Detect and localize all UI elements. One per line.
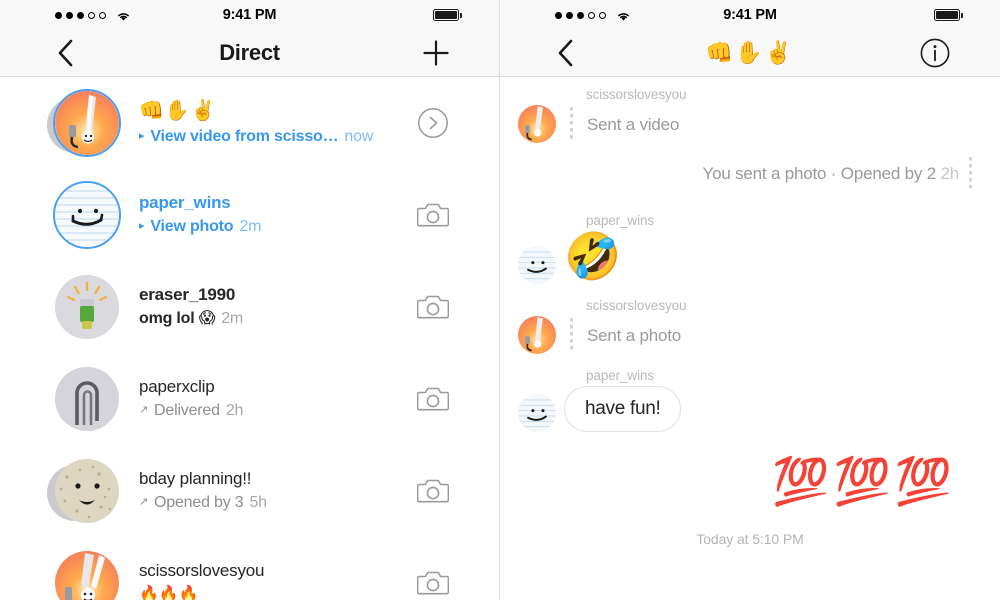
message-row[interactable]: Sent a photo (518, 315, 982, 354)
outgoing-status-text: You sent a photo · Opened by 2 (702, 164, 937, 183)
list-item-text: paper_wins ▸ View photo 2m (119, 192, 415, 238)
message-group: scissorslovesyou (500, 298, 1000, 354)
conversation-title: paperxclip (139, 376, 215, 396)
message-sender: scissorslovesyou (586, 297, 687, 313)
message-text: Sent a video (587, 115, 680, 134)
message-emoji: 💯💯💯 (772, 454, 956, 507)
subtitle-time: 2h (225, 401, 244, 419)
conversation-title: eraser_1990 (139, 284, 236, 304)
battery-full-icon (934, 9, 963, 21)
subtitle-text: View photo (150, 217, 234, 235)
message-group: paper_wins 🤣 (500, 213, 1000, 284)
conversation-list[interactable]: 👊✋✌️ ▸ View video from scisso… now paper… (0, 77, 499, 600)
avatar[interactable] (518, 315, 556, 354)
message-row[interactable]: You sent a photo · Opened by 2 2h (518, 157, 982, 191)
subtitle-time: now (344, 127, 374, 145)
message-text: Sent a photo (587, 325, 682, 345)
camera-icon[interactable] (415, 201, 449, 229)
dual-phone-screenshot: 9:41 PM Direct 👊✋✌️ ▸ View video from sc… (0, 0, 1000, 600)
plus-icon[interactable] (423, 40, 449, 66)
thread-nav-bar: 👊✋✌️ (500, 30, 1000, 77)
list-item[interactable]: scissorslovesyou 🔥🔥🔥 (0, 537, 499, 600)
conversation-title: bday planning!! (139, 468, 252, 488)
conversation-subtitle: ▸ View video from scisso… now (139, 125, 415, 148)
conversation-title: paper_wins (139, 192, 231, 212)
chevron-right-circle-icon[interactable] (415, 107, 449, 139)
message-row[interactable]: have fun! (518, 385, 982, 432)
message-text: You sent a photo · Opened by 2 2h (703, 164, 960, 184)
list-item[interactable]: bday planning!! ↗ Opened by 3 5h (0, 445, 499, 537)
message-sender: paper_wins (586, 367, 655, 383)
conversation-title: scissorslovesyou (139, 560, 265, 580)
subtitle-text: Delivered (154, 401, 220, 419)
status-bar-left: 9:41 PM (0, 0, 499, 30)
camera-icon[interactable] (415, 293, 449, 321)
status-bar-right: 9:41 PM (500, 0, 1000, 30)
play-triangle-icon: ▸ (139, 129, 145, 142)
subtitle-text: 🔥🔥🔥 (139, 585, 199, 600)
message-row[interactable]: 🤣 (518, 231, 982, 284)
thread-timestamp: Today at 5:10 PM (696, 530, 804, 547)
list-item-text: bday planning!! ↗ Opened by 3 5h (119, 468, 415, 514)
conversation-subtitle: ↗ Opened by 3 5h (139, 491, 415, 514)
info-circle-icon[interactable] (920, 38, 950, 68)
arrow-up-right-icon: ↗ (139, 495, 149, 508)
conversation-subtitle: ↗ Delivered 2h (139, 399, 415, 422)
conversation-subtitle: omg lol 😱 2m (139, 307, 415, 330)
subtitle-time: 5h (249, 493, 267, 511)
message-emoji: 🤣 (564, 230, 622, 282)
camera-icon[interactable] (415, 477, 449, 505)
play-triangle-icon: ▸ (139, 219, 145, 232)
subtitle-text: Opened by 3 (154, 493, 244, 511)
message-sender: scissorslovesyou (586, 87, 687, 102)
direct-inbox-panel: 9:41 PM Direct 👊✋✌️ ▸ View video from sc… (0, 0, 500, 600)
camera-icon[interactable] (415, 569, 449, 597)
message-bubble[interactable]: have fun! (564, 385, 682, 432)
list-item[interactable]: paperxclip ↗ Delivered 2h (0, 353, 499, 445)
message-thread[interactable]: scissorslovesyou Sent a video You sent a… (500, 77, 1000, 600)
avatar[interactable] (55, 367, 119, 431)
avatar[interactable] (53, 181, 121, 249)
avatar[interactable] (55, 551, 119, 600)
avatar[interactable] (518, 245, 556, 284)
pending-dotted-rail (969, 157, 972, 191)
conversation-title: 👊✋✌️ (139, 99, 217, 122)
list-item-text: 👊✋✌️ ▸ View video from scisso… now (119, 98, 415, 148)
list-item-text: eraser_1990 omg lol 😱 2m (119, 284, 415, 330)
list-item-text: scissorslovesyou 🔥🔥🔥 (119, 560, 415, 600)
list-item-text: paperxclip ↗ Delivered 2h (119, 376, 415, 422)
arrow-up-right-icon: ↗ (139, 403, 149, 416)
avatar[interactable] (518, 393, 556, 432)
message-group: 💯💯💯 (500, 454, 1000, 509)
message-sender: paper_wins (586, 213, 655, 228)
avatar[interactable] (518, 105, 556, 143)
list-item[interactable]: eraser_1990 omg lol 😱 2m (0, 261, 499, 353)
conversation-subtitle: ▸ View photo 2m (139, 215, 415, 238)
subtitle-time: 2m (239, 217, 262, 235)
status-bar-clock: 9:41 PM (222, 7, 277, 23)
message-time: 2h (940, 164, 959, 183)
conversation-subtitle: 🔥🔥🔥 (139, 583, 415, 600)
subtitle-text: View video from scisso… (150, 127, 339, 145)
direct-nav-bar: Direct (0, 30, 499, 77)
list-item[interactable]: 👊✋✌️ ▸ View video from scisso… now (0, 77, 499, 169)
avatar[interactable] (55, 275, 119, 339)
pending-dotted-rail (570, 107, 573, 141)
avatar[interactable] (47, 459, 119, 523)
message-group: paper_wins have fun! (500, 368, 1000, 432)
message-row[interactable]: Sent a video (518, 105, 982, 143)
battery-full-icon (433, 9, 462, 21)
list-item[interactable]: paper_wins ▸ View photo 2m (0, 169, 499, 261)
message-group: You sent a photo · Opened by 2 2h (500, 157, 1000, 191)
avatar[interactable] (47, 89, 121, 157)
direct-thread-panel: 9:41 PM 👊✋✌️ scissorslovesyou Sent a vid… (500, 0, 1000, 600)
camera-icon[interactable] (415, 385, 449, 413)
subtitle-time: 2m (221, 309, 244, 327)
subtitle-text: omg lol 😱 (139, 309, 216, 327)
status-bar-clock: 9:41 PM (723, 7, 777, 23)
pending-dotted-rail (570, 317, 573, 352)
message-group: scissorslovesyou (500, 87, 1000, 143)
